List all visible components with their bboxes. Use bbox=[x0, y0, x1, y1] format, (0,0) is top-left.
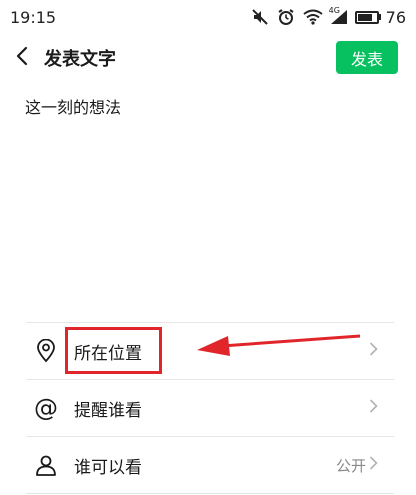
annotation-arrow bbox=[197, 334, 361, 356]
